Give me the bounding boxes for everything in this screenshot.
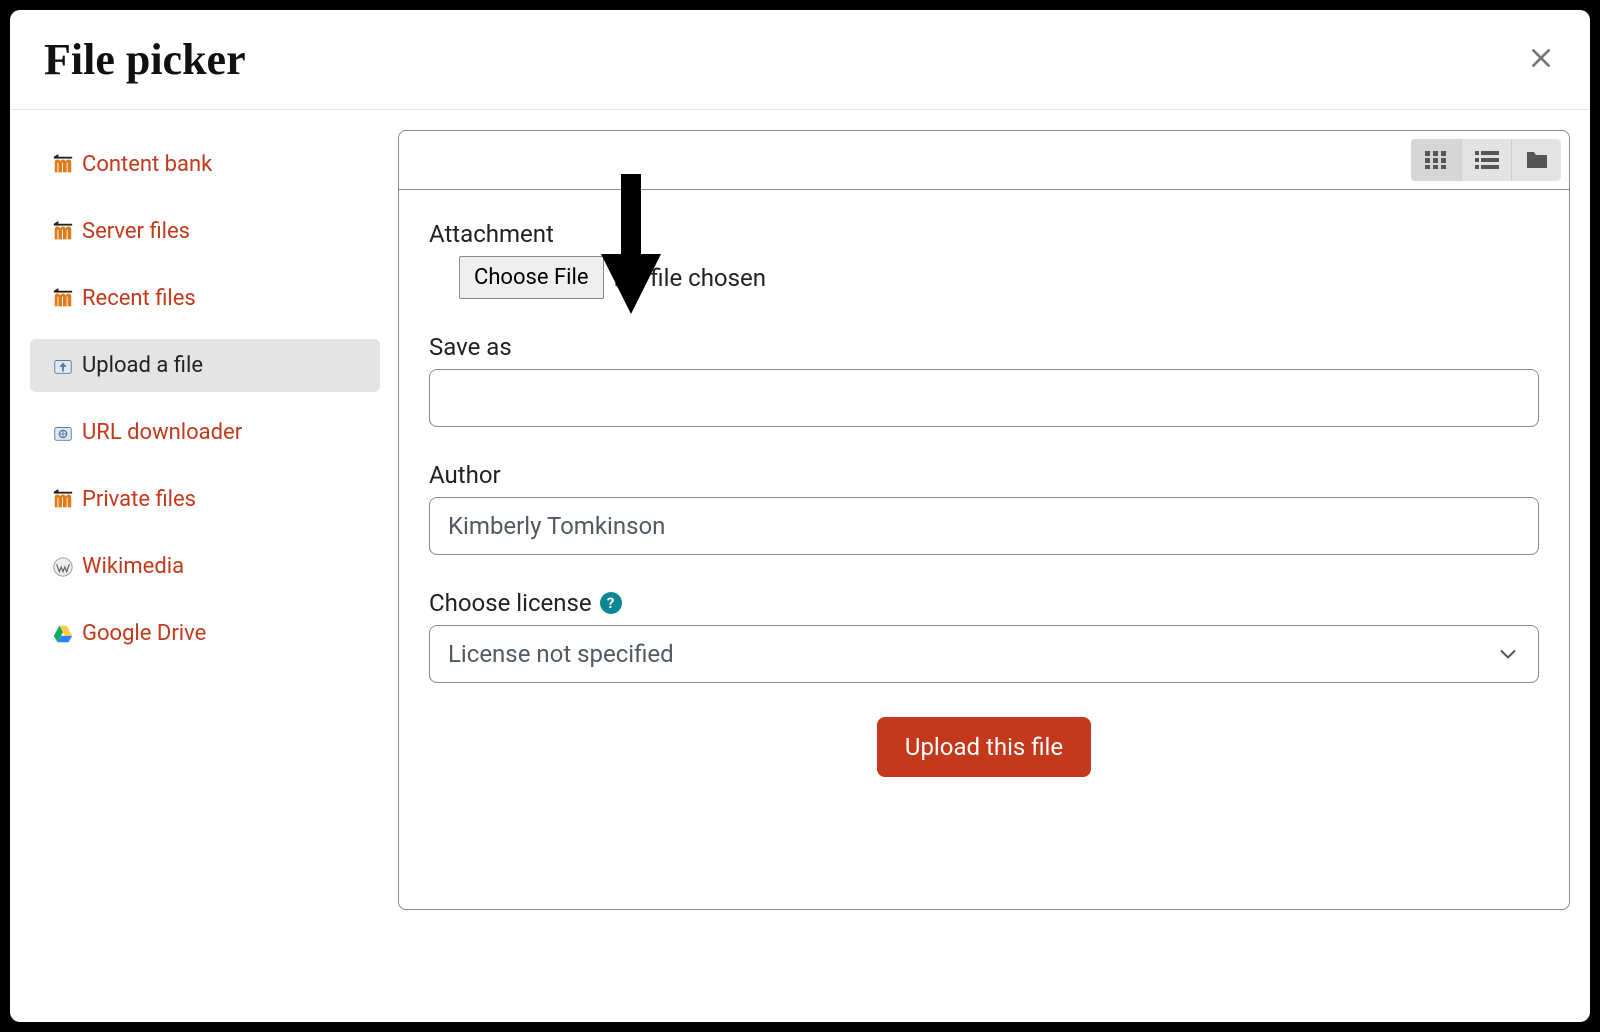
license-select[interactable]: License not specified <box>429 625 1539 683</box>
sidebar-item-url-downloader[interactable]: URL downloader <box>30 406 380 459</box>
main-panel: Attachment Choose File No file chosen Sa… <box>380 130 1570 910</box>
sidebar-item-server-files[interactable]: Server files <box>30 205 380 258</box>
folder-icon <box>1525 150 1549 170</box>
file-picker-dialog: File picker Content bank Server files Rece… <box>10 10 1590 1022</box>
license-help-icon[interactable]: ? <box>600 592 622 614</box>
moodle-icon <box>52 288 74 310</box>
license-group: Choose license ? License not specified <box>429 589 1539 683</box>
sidebar-item-google-drive[interactable]: Google Drive <box>30 607 380 660</box>
sidebar-item-label: Google Drive <box>82 621 206 646</box>
author-label: Author <box>429 461 1539 489</box>
grid-icon <box>1425 151 1447 169</box>
moodle-icon <box>52 221 74 243</box>
author-input[interactable] <box>429 497 1539 555</box>
save-as-label: Save as <box>429 333 1539 361</box>
sidebar-item-label: Content bank <box>82 152 212 177</box>
sidebar-item-private-files[interactable]: Private files <box>30 473 380 526</box>
sidebar-item-label: Private files <box>82 487 196 512</box>
attachment-label: Attachment <box>429 220 1539 248</box>
dialog-header: File picker <box>10 10 1590 110</box>
view-icons-button[interactable] <box>1411 139 1461 181</box>
list-icon <box>1475 151 1499 169</box>
wiki-icon <box>52 556 74 578</box>
main-toolbar <box>398 130 1570 190</box>
save-as-group: Save as <box>429 333 1539 427</box>
close-icon <box>1528 45 1554 71</box>
upload-icon <box>52 355 74 377</box>
license-label: Choose license ? <box>429 589 1539 617</box>
moodle-icon <box>52 154 74 176</box>
moodle-icon <box>52 489 74 511</box>
view-tree-button[interactable] <box>1511 139 1561 181</box>
no-file-text: No file chosen <box>614 264 766 292</box>
upload-file-button[interactable]: Upload this file <box>877 717 1091 777</box>
repository-sidebar: Content bank Server files Recent files Uplo… <box>30 130 380 674</box>
view-list-button[interactable] <box>1461 139 1511 181</box>
close-button[interactable] <box>1528 43 1554 77</box>
sidebar-item-upload-a-file[interactable]: Upload a file <box>30 339 380 392</box>
dialog-body: Content bank Server files Recent files Uplo… <box>10 110 1590 1002</box>
sidebar-item-content-bank[interactable]: Content bank <box>30 138 380 191</box>
sidebar-item-label: Server files <box>82 219 190 244</box>
dialog-title: File picker <box>44 34 246 85</box>
attachment-row: Choose File No file chosen <box>429 256 1539 299</box>
view-mode-toggle <box>1411 139 1561 181</box>
sidebar-item-label: Upload a file <box>82 353 203 378</box>
sidebar-item-wikimedia[interactable]: Wikimedia <box>30 540 380 593</box>
sidebar-item-recent-files[interactable]: Recent files <box>30 272 380 325</box>
url-icon <box>52 422 74 444</box>
author-group: Author <box>429 461 1539 555</box>
sidebar-item-label: URL downloader <box>82 420 242 445</box>
choose-file-button[interactable]: Choose File <box>459 256 604 299</box>
gdrive-icon <box>52 623 74 645</box>
sidebar-item-label: Wikimedia <box>82 554 184 579</box>
license-label-text: Choose license <box>429 589 592 617</box>
upload-form-panel: Attachment Choose File No file chosen Sa… <box>398 190 1570 910</box>
save-as-input[interactable] <box>429 369 1539 427</box>
sidebar-item-label: Recent files <box>82 286 196 311</box>
